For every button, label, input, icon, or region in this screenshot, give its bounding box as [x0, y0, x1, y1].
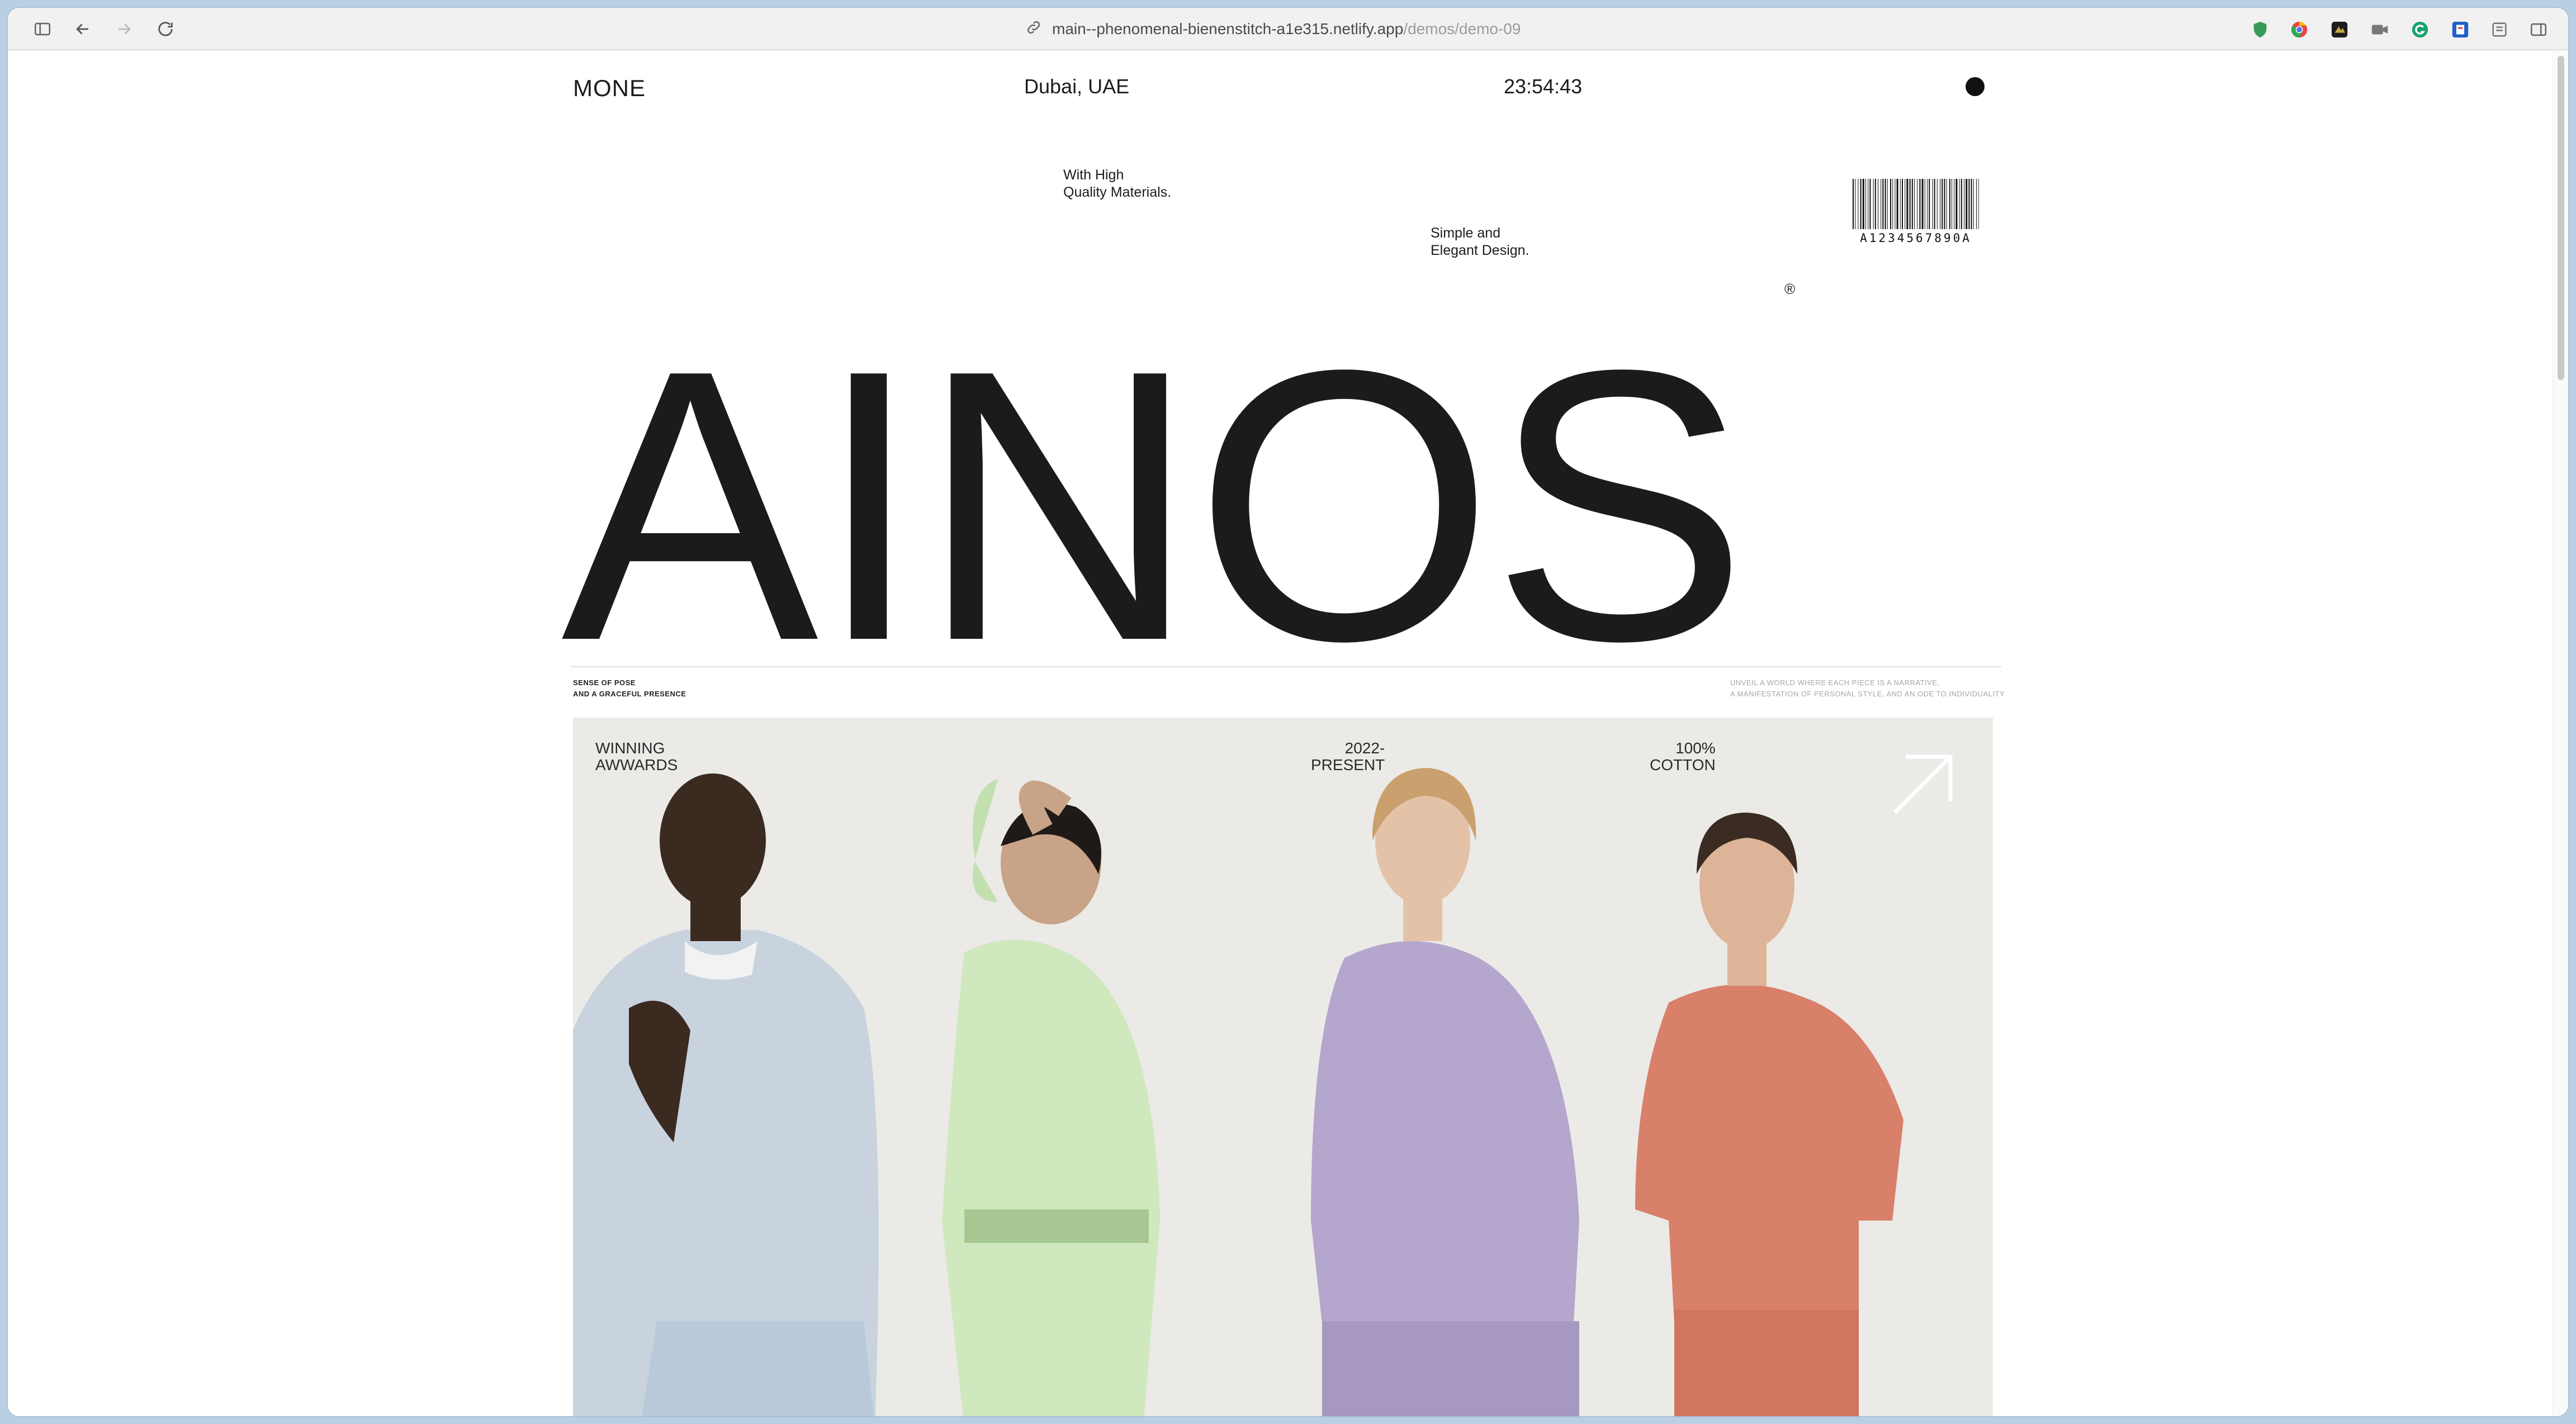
camera-extension-icon[interactable]: [2370, 20, 2389, 39]
barcode-bar: [1902, 179, 1903, 229]
barcode-number: A1234567890A: [1860, 231, 1972, 245]
barcode-bar: [1971, 179, 1972, 229]
scrollbar[interactable]: [2553, 50, 2568, 1416]
hero-image: WINNING AWWARDS 2022- PRESENT 100% COTTO…: [573, 718, 1993, 1416]
browser-toolbar: main--phenomenal-bienenstitch-a1e315.net…: [8, 8, 2568, 50]
models-photo: [573, 718, 1993, 1416]
barcode-bar: [1966, 179, 1968, 229]
barcode-bar: [1949, 179, 1950, 229]
reader-icon[interactable]: [2490, 20, 2509, 39]
barcode-bar: [1921, 179, 1924, 229]
dark-extension-icon[interactable]: [2330, 20, 2349, 39]
barcode-bar: [1865, 179, 1866, 229]
stat-cotton: 100% COTTON: [1650, 739, 1716, 773]
address-bar[interactable]: main--phenomenal-bienenstitch-a1e315.net…: [1025, 16, 1521, 42]
barcode-bar: [1862, 179, 1864, 229]
barcode-bar: [1955, 179, 1958, 229]
barcode-bar: [1934, 179, 1935, 229]
link-icon: [1025, 19, 1042, 40]
registered-mark: ®: [1784, 281, 1796, 297]
feature-note-materials: With High Quality Materials.: [1063, 167, 1172, 200]
barcode-bar: [1887, 179, 1888, 229]
scrollbar-thumb[interactable]: [2558, 56, 2564, 380]
barcode-bars: [1853, 179, 1979, 229]
barcode-bar: [1973, 179, 1974, 229]
divider: [570, 666, 2001, 667]
barcode-bar: [1942, 179, 1943, 229]
barcode-bar: [1927, 179, 1928, 229]
barcode-bar: [1961, 179, 1962, 229]
stat-awwards: WINNING AWWARDS: [595, 739, 678, 773]
barcode-bar: [1909, 179, 1911, 229]
barcode-bar: [1892, 179, 1893, 229]
arrow-up-right-icon[interactable]: [1889, 751, 1956, 818]
barcode-bar: [1873, 179, 1874, 229]
shield-extension-icon[interactable]: [2251, 20, 2270, 39]
web-page: MONE Dubai, UAE 23:54:43 With High Quali…: [8, 50, 2553, 1416]
stat-years: 2022- PRESENT: [1311, 739, 1385, 773]
url-path: /demos/demo-09: [1403, 20, 1521, 37]
barcode-bar: [1884, 179, 1886, 229]
feature-note-design: Simple and Elegant Design.: [1431, 225, 1530, 258]
location-label: Dubai, UAE: [1024, 75, 1130, 98]
barcode-bar: [1976, 179, 1977, 229]
barcode-bar: [1914, 179, 1915, 229]
barcode-bar: [1936, 179, 1938, 229]
barcode-bar: [1890, 179, 1891, 229]
barcode-bar: [1853, 179, 1854, 229]
clock: 23:54:43: [1504, 75, 1583, 98]
dot-menu-icon[interactable]: [1966, 77, 1985, 96]
barcode-bar: [1929, 179, 1930, 229]
sidebar-right-icon[interactable]: [2529, 20, 2548, 39]
sidebar-icon[interactable]: [30, 17, 55, 41]
barcode-bar: [1959, 179, 1960, 229]
barcode: A1234567890A: [1853, 179, 1979, 245]
barcode-bar: [1860, 179, 1862, 229]
hero-title: AINOS: [561, 290, 1748, 721]
url-host: main--phenomenal-bienenstitch-a1e315.net…: [1052, 20, 1404, 37]
browser-window: main--phenomenal-bienenstitch-a1e315.net…: [8, 8, 2568, 1416]
barcode-bar: [1896, 179, 1898, 229]
reload-icon[interactable]: [153, 17, 178, 41]
chrome-extension-icon[interactable]: [2290, 20, 2309, 39]
barcode-bar: [1911, 179, 1913, 229]
tagline-right: UNVEIL A WORLD WHERE EACH PIECE IS A NAR…: [1730, 678, 2005, 698]
barcode-bar: [1906, 179, 1909, 229]
barcode-bar: [1882, 179, 1884, 229]
barcode-bar: [1874, 179, 1876, 229]
blue-extension-icon[interactable]: [2451, 20, 2470, 39]
barcode-bar: [1919, 179, 1921, 229]
tagline-left: SENSE OF POSE AND A GRACEFUL PRESENCE: [573, 678, 686, 698]
forward-icon[interactable]: [112, 17, 136, 41]
barcode-bar: [1932, 179, 1933, 229]
barcode-bar: [1968, 179, 1970, 229]
barcode-bar: [1900, 179, 1901, 229]
barcode-bar: [1978, 179, 1979, 229]
back-icon[interactable]: [70, 17, 95, 41]
grammarly-extension-icon[interactable]: [2411, 20, 2430, 39]
barcode-bar: [1869, 179, 1871, 229]
brand-logo[interactable]: MONE: [573, 75, 646, 102]
barcode-bar: [1944, 179, 1945, 229]
